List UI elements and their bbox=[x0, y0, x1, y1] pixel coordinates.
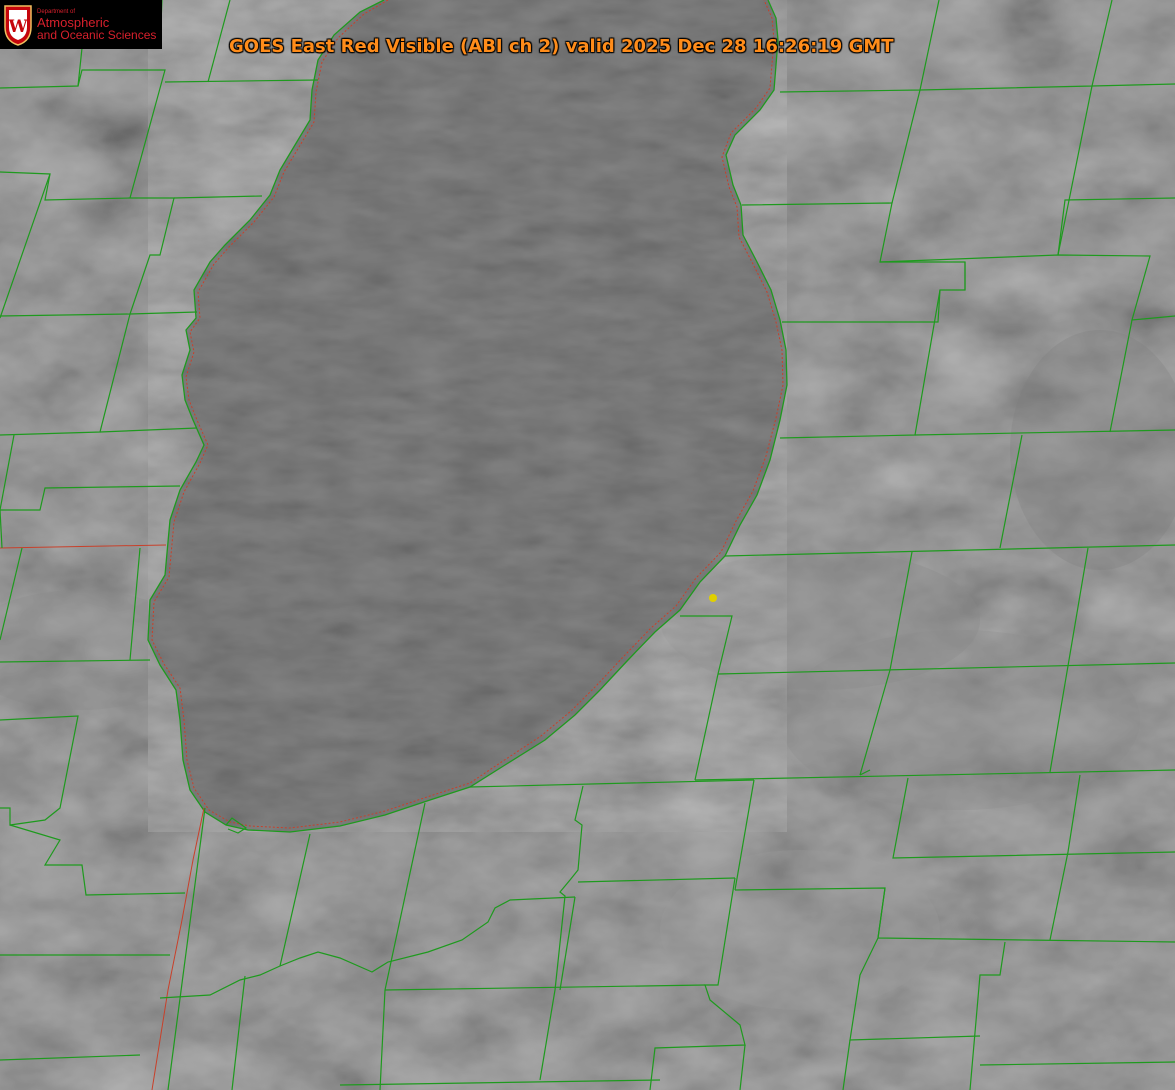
cloud-patch bbox=[660, 850, 940, 1010]
station-marker bbox=[709, 594, 717, 602]
logo-text: Department of Atmospheric and Oceanic Sc… bbox=[37, 9, 156, 41]
logo: W Department of Atmospheric and Oceanic … bbox=[0, 0, 162, 49]
satellite-image bbox=[0, 0, 1175, 1090]
uw-crest-icon: W bbox=[4, 4, 32, 46]
cloud-patch bbox=[780, 630, 1140, 810]
logo-line2: and Oceanic Sciences bbox=[37, 27, 157, 42]
logo-department: Department of bbox=[37, 8, 76, 15]
crest-letter: W bbox=[7, 17, 28, 37]
map-viewer: W Department of Atmospheric and Oceanic … bbox=[0, 0, 1175, 1090]
logo-line1: Atmospheric bbox=[37, 14, 110, 30]
image-title: GOES East Red Visible (ABI ch 2) valid 2… bbox=[229, 36, 894, 57]
